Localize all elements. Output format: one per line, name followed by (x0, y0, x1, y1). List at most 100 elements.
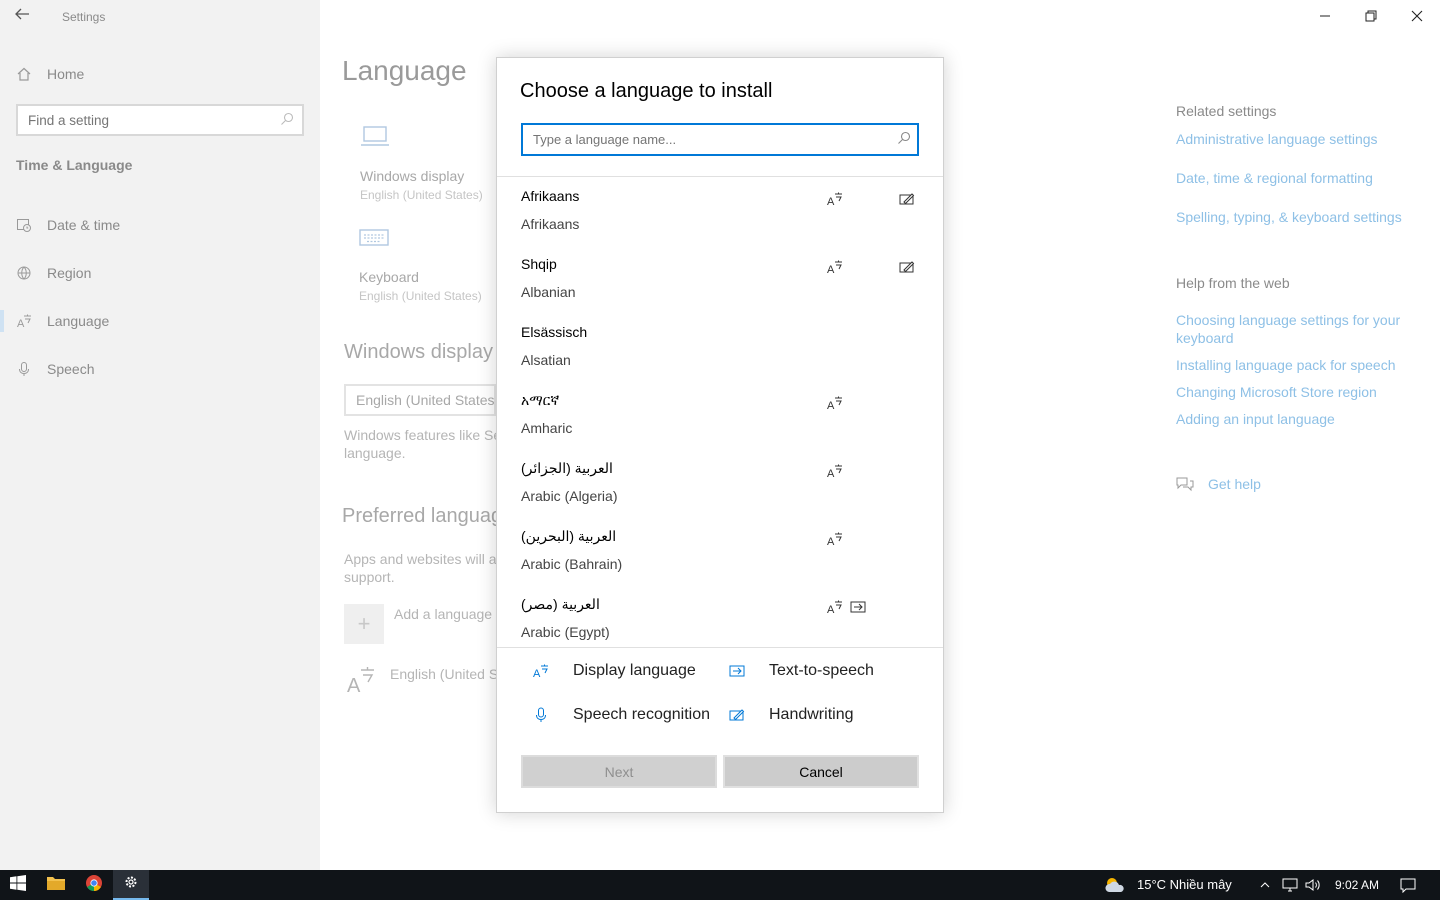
preferred-languages-heading: Preferred languag (342, 505, 503, 527)
language-item-albanian[interactable]: Shqip Albanian A (497, 245, 943, 313)
language-native-name: العربية (الجزائر) (521, 460, 613, 476)
settings-taskbar-button[interactable] (113, 870, 149, 900)
svg-text:A: A (827, 468, 835, 479)
calendar-clock-icon (16, 217, 34, 233)
related-settings-heading: Related settings (1176, 103, 1277, 119)
page-title: Language (342, 55, 467, 86)
legend-text-to-speech: Text-to-speech (729, 662, 874, 680)
language-item-arabic-algeria[interactable]: العربية (الجزائر) Arabic (Algeria) A (497, 449, 943, 517)
language-item-arabic-bahrain[interactable]: العربية (البحرين) Arabic (Bahrain) A (497, 517, 943, 585)
link-store-region[interactable]: Changing Microsoft Store region (1176, 383, 1416, 401)
language-item-amharic[interactable]: አማርኛ Amharic A (497, 381, 943, 449)
section-label: Time & Language (16, 157, 133, 173)
language-item-alsatian[interactable]: Elsässisch Alsatian (497, 313, 943, 381)
dialog-title: Choose a language to install (520, 80, 773, 102)
sidebar-item-speech[interactable]: Speech (16, 357, 94, 381)
add-language-button[interactable]: + (344, 604, 384, 644)
plus-icon: + (357, 611, 371, 636)
language-english-name: Afrikaans (521, 216, 580, 232)
text-to-speech-icon (729, 663, 749, 679)
start-button[interactable] (0, 870, 36, 900)
display-language-icon: A (827, 191, 843, 207)
link-spelling-typing[interactable]: Spelling, typing, & keyboard settings (1176, 208, 1436, 226)
windows-logo-icon (10, 874, 26, 896)
cancel-button[interactable]: Cancel (723, 755, 919, 788)
language-native-name: Afrikaans (521, 188, 580, 204)
help-web-heading: Help from the web (1176, 275, 1290, 291)
language-search-field[interactable] (521, 123, 919, 156)
sidebar-item-region[interactable]: Region (16, 261, 91, 285)
search-icon (897, 131, 911, 150)
preferred-desc-line: Apps and websites will ap (344, 551, 505, 567)
laptop-icon (360, 125, 483, 154)
preferred-desc-line: support. (344, 569, 395, 585)
sidebar-item-label: Region (47, 265, 92, 281)
svg-text:A: A (827, 264, 835, 275)
selected-indicator (0, 310, 4, 332)
nav-home[interactable]: Home (16, 63, 84, 85)
display-language-dropdown[interactable]: English (United States) (344, 384, 496, 416)
link-date-time-format[interactable]: Date, time & regional formatting (1176, 169, 1416, 187)
language-native-name: العربية (البحرين) (521, 528, 617, 544)
english-language-row[interactable]: English (United St (390, 666, 502, 682)
add-language-label[interactable]: Add a language (394, 606, 492, 622)
display-language-icon: A (533, 663, 553, 679)
display-language-icon: A (827, 463, 843, 479)
handwriting-icon (899, 191, 915, 207)
legend-label: Handwriting (769, 706, 854, 723)
search-icon (280, 112, 294, 131)
sidebar-item-date-time[interactable]: Date & time (16, 213, 120, 237)
chat-help-icon (1176, 476, 1194, 492)
link-input-language[interactable]: Adding an input language (1176, 410, 1416, 428)
svg-text:A: A (17, 318, 25, 329)
svg-text:A: A (827, 400, 835, 411)
choose-language-dialog: Choose a language to install Afrikaans A… (496, 57, 944, 813)
language-icon: A (346, 665, 376, 702)
clock-time[interactable]: 9:02 AM (1335, 878, 1379, 892)
volume-icon[interactable] (1302, 870, 1324, 900)
language-list[interactable]: Afrikaans Afrikaans A Shqip Albanian A E… (497, 177, 943, 647)
microphone-icon (533, 707, 553, 723)
link-install-speech[interactable]: Installing language pack for speech (1176, 356, 1416, 374)
sidebar-item-label: Date & time (47, 217, 121, 233)
weather-icon[interactable] (1100, 870, 1130, 900)
notifications-icon[interactable] (1394, 870, 1422, 900)
legend-label: Text-to-speech (769, 662, 874, 679)
back-arrow-icon[interactable] (14, 6, 34, 26)
tile-windows-display[interactable]: Windows display English (United States) (360, 125, 483, 202)
link-choosing-language[interactable]: Choosing language settings for your keyb… (1176, 311, 1416, 347)
svg-text:A: A (533, 668, 541, 679)
sidebar-item-label: Speech (47, 361, 95, 377)
restore-icon[interactable] (1359, 4, 1383, 28)
file-explorer-button[interactable] (38, 870, 74, 900)
svg-text:A: A (827, 196, 835, 207)
chrome-button[interactable] (76, 870, 112, 900)
network-icon[interactable] (1280, 870, 1300, 900)
find-setting-input[interactable] (18, 106, 268, 134)
close-icon[interactable] (1405, 4, 1429, 28)
legend-label: Speech recognition (573, 706, 710, 723)
link-admin-language[interactable]: Administrative language settings (1176, 130, 1416, 148)
get-help-link[interactable]: Get help (1176, 476, 1261, 492)
language-english-name: Arabic (Bahrain) (521, 556, 623, 572)
language-english-name: Alsatian (521, 352, 571, 368)
tile-label: Keyboard (359, 269, 419, 285)
language-native-name: አማርኛ (521, 392, 560, 408)
language-search-input[interactable] (523, 125, 883, 154)
sidebar-item-label: Language (47, 313, 110, 329)
language-english-name: Arabic (Algeria) (521, 488, 618, 504)
language-icon: A (16, 313, 34, 329)
settings-sidebar: Settings Home Time & Language Date & tim… (0, 0, 320, 870)
language-item-arabic-egypt[interactable]: العربية (مصر) Arabic (Egypt) A (497, 585, 943, 647)
weather-text[interactable]: 15°C Nhiều mây (1137, 877, 1232, 892)
tile-keyboard[interactable]: Keyboard English (United States) (359, 228, 482, 303)
display-language-icon: A (827, 259, 843, 275)
minimize-icon[interactable] (1313, 4, 1337, 28)
next-button[interactable]: Next (521, 755, 717, 788)
chrome-icon (86, 874, 102, 896)
tile-label: Windows display (360, 168, 465, 184)
find-setting-field[interactable] (16, 104, 304, 136)
chevron-up-icon[interactable] (1256, 870, 1274, 900)
sidebar-item-language[interactable]: A Language (16, 309, 109, 333)
language-item-afrikaans[interactable]: Afrikaans Afrikaans A (497, 177, 943, 245)
